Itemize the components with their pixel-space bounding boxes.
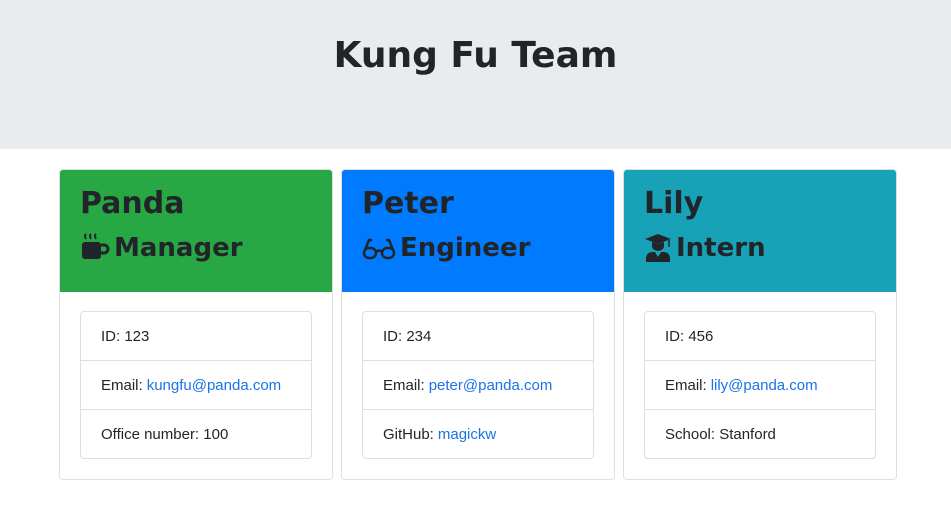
role-label: Intern bbox=[676, 233, 766, 263]
employee-card-intern: Lily Intern ID: 456 Email: lily@panda.co… bbox=[623, 169, 897, 480]
school-text: School: Stanford bbox=[665, 425, 776, 443]
card-header: Lily Intern bbox=[624, 170, 896, 292]
employee-name: Peter bbox=[362, 186, 454, 221]
office-text: Office number: 100 bbox=[101, 425, 229, 443]
graduate-icon bbox=[644, 233, 676, 263]
page-title: Kung Fu Team bbox=[333, 35, 618, 76]
employee-role: Intern bbox=[644, 230, 876, 266]
mug-icon bbox=[80, 233, 114, 263]
employee-name: Lily bbox=[644, 186, 704, 221]
email-label: Email: bbox=[101, 376, 143, 394]
role-label: Manager bbox=[114, 233, 243, 263]
github-link[interactable]: magickw bbox=[438, 426, 496, 443]
role-label: Engineer bbox=[400, 233, 531, 263]
employee-name: Panda bbox=[80, 186, 185, 221]
id-row: ID: 456 bbox=[645, 312, 875, 361]
email-label: Email: bbox=[383, 376, 425, 394]
info-list: ID: 456 Email: lily@panda.com School: St… bbox=[644, 311, 876, 459]
id-text: ID: 456 bbox=[665, 327, 714, 345]
id-row: ID: 234 bbox=[363, 312, 593, 361]
email-link[interactable]: kungfu@panda.com bbox=[147, 377, 281, 394]
email-row: Email: peter@panda.com bbox=[363, 361, 593, 410]
employee-card-engineer: Peter Engineer ID: 234 Email: peter@pand… bbox=[341, 169, 615, 480]
email-link[interactable]: peter@panda.com bbox=[429, 377, 553, 394]
id-text: ID: 234 bbox=[383, 327, 432, 345]
glasses-icon bbox=[362, 233, 400, 263]
card-header: Panda Manager bbox=[60, 170, 332, 292]
school-row: School: Stanford bbox=[645, 410, 875, 458]
email-link[interactable]: lily@panda.com bbox=[711, 377, 818, 394]
id-text: ID: 123 bbox=[101, 327, 150, 345]
id-row: ID: 123 bbox=[81, 312, 311, 361]
email-label: Email: bbox=[665, 376, 707, 394]
email-row: Email: lily@panda.com bbox=[645, 361, 875, 410]
employee-role: Engineer bbox=[362, 230, 594, 266]
page-header: Kung Fu Team bbox=[0, 0, 951, 149]
github-label: GitHub: bbox=[383, 425, 434, 443]
office-row: Office number: 100 bbox=[81, 410, 311, 458]
email-row: Email: kungfu@panda.com bbox=[81, 361, 311, 410]
info-list: ID: 123 Email: kungfu@panda.com Office n… bbox=[80, 311, 312, 459]
employee-card-manager: Panda Manager ID: 123 Email: kungfu@pand… bbox=[59, 169, 333, 480]
card-header: Peter Engineer bbox=[342, 170, 614, 292]
employee-role: Manager bbox=[80, 230, 312, 266]
github-row: GitHub: magickw bbox=[363, 410, 593, 458]
info-list: ID: 234 Email: peter@panda.com GitHub: m… bbox=[362, 311, 594, 459]
